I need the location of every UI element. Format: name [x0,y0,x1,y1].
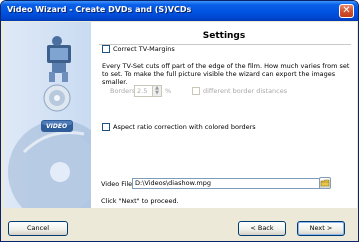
title-bar[interactable]: Video Wizard - Create DVDs and (S)VCDs ✕ [1,1,358,21]
back-button[interactable]: < Back [238,221,286,236]
borders-unit: % [165,87,172,95]
correct-tv-margins-checkbox[interactable] [102,45,110,53]
cancel-button[interactable]: Cancel [8,221,68,236]
next-button[interactable]: Next > [297,221,345,236]
browse-button[interactable] [319,177,331,189]
wizard-artwork-icon [8,36,91,208]
correct-tv-margins-label[interactable]: Correct TV-Margins [113,45,175,53]
settings-panel: Settings Correct TV-Margins Every TV-Set… [91,22,357,208]
video-file-label: Video File: [101,180,135,188]
video-badge-label: VIDEO [46,123,68,130]
video-file-value: D:\Videos\diashow.mpg [135,179,211,187]
different-border-distances-checkbox[interactable] [192,87,200,95]
window-title: Video Wizard - Create DVDs and (S)VCDs [7,5,192,14]
tv-margins-description: Every TV-Set cuts off part of the edge o… [102,62,350,86]
different-border-distances-label[interactable]: different border distances [203,87,287,95]
page-title: Settings [202,31,246,41]
close-icon: ✕ [342,5,351,16]
borders-value: 2.5 [137,87,148,95]
wizard-window: Video Wizard - Create DVDs and (S)VCDs ✕… [0,0,359,242]
proceed-hint: Click "Next" to proceed. [101,197,179,205]
close-button[interactable]: ✕ [339,4,354,18]
video-file-input[interactable]: D:\Videos\diashow.mpg [132,178,320,189]
borders-spinner[interactable]: 2.5 ▲ ▼ [134,85,162,97]
folder-icon [320,179,330,187]
spinner-arrows-icon[interactable]: ▲ ▼ [152,86,161,96]
aspect-ratio-correction-checkbox[interactable] [102,123,110,131]
sidebar-illustration: VIDEO [4,22,91,208]
aspect-ratio-correction-label[interactable]: Aspect ratio correction with colored bor… [113,123,256,131]
